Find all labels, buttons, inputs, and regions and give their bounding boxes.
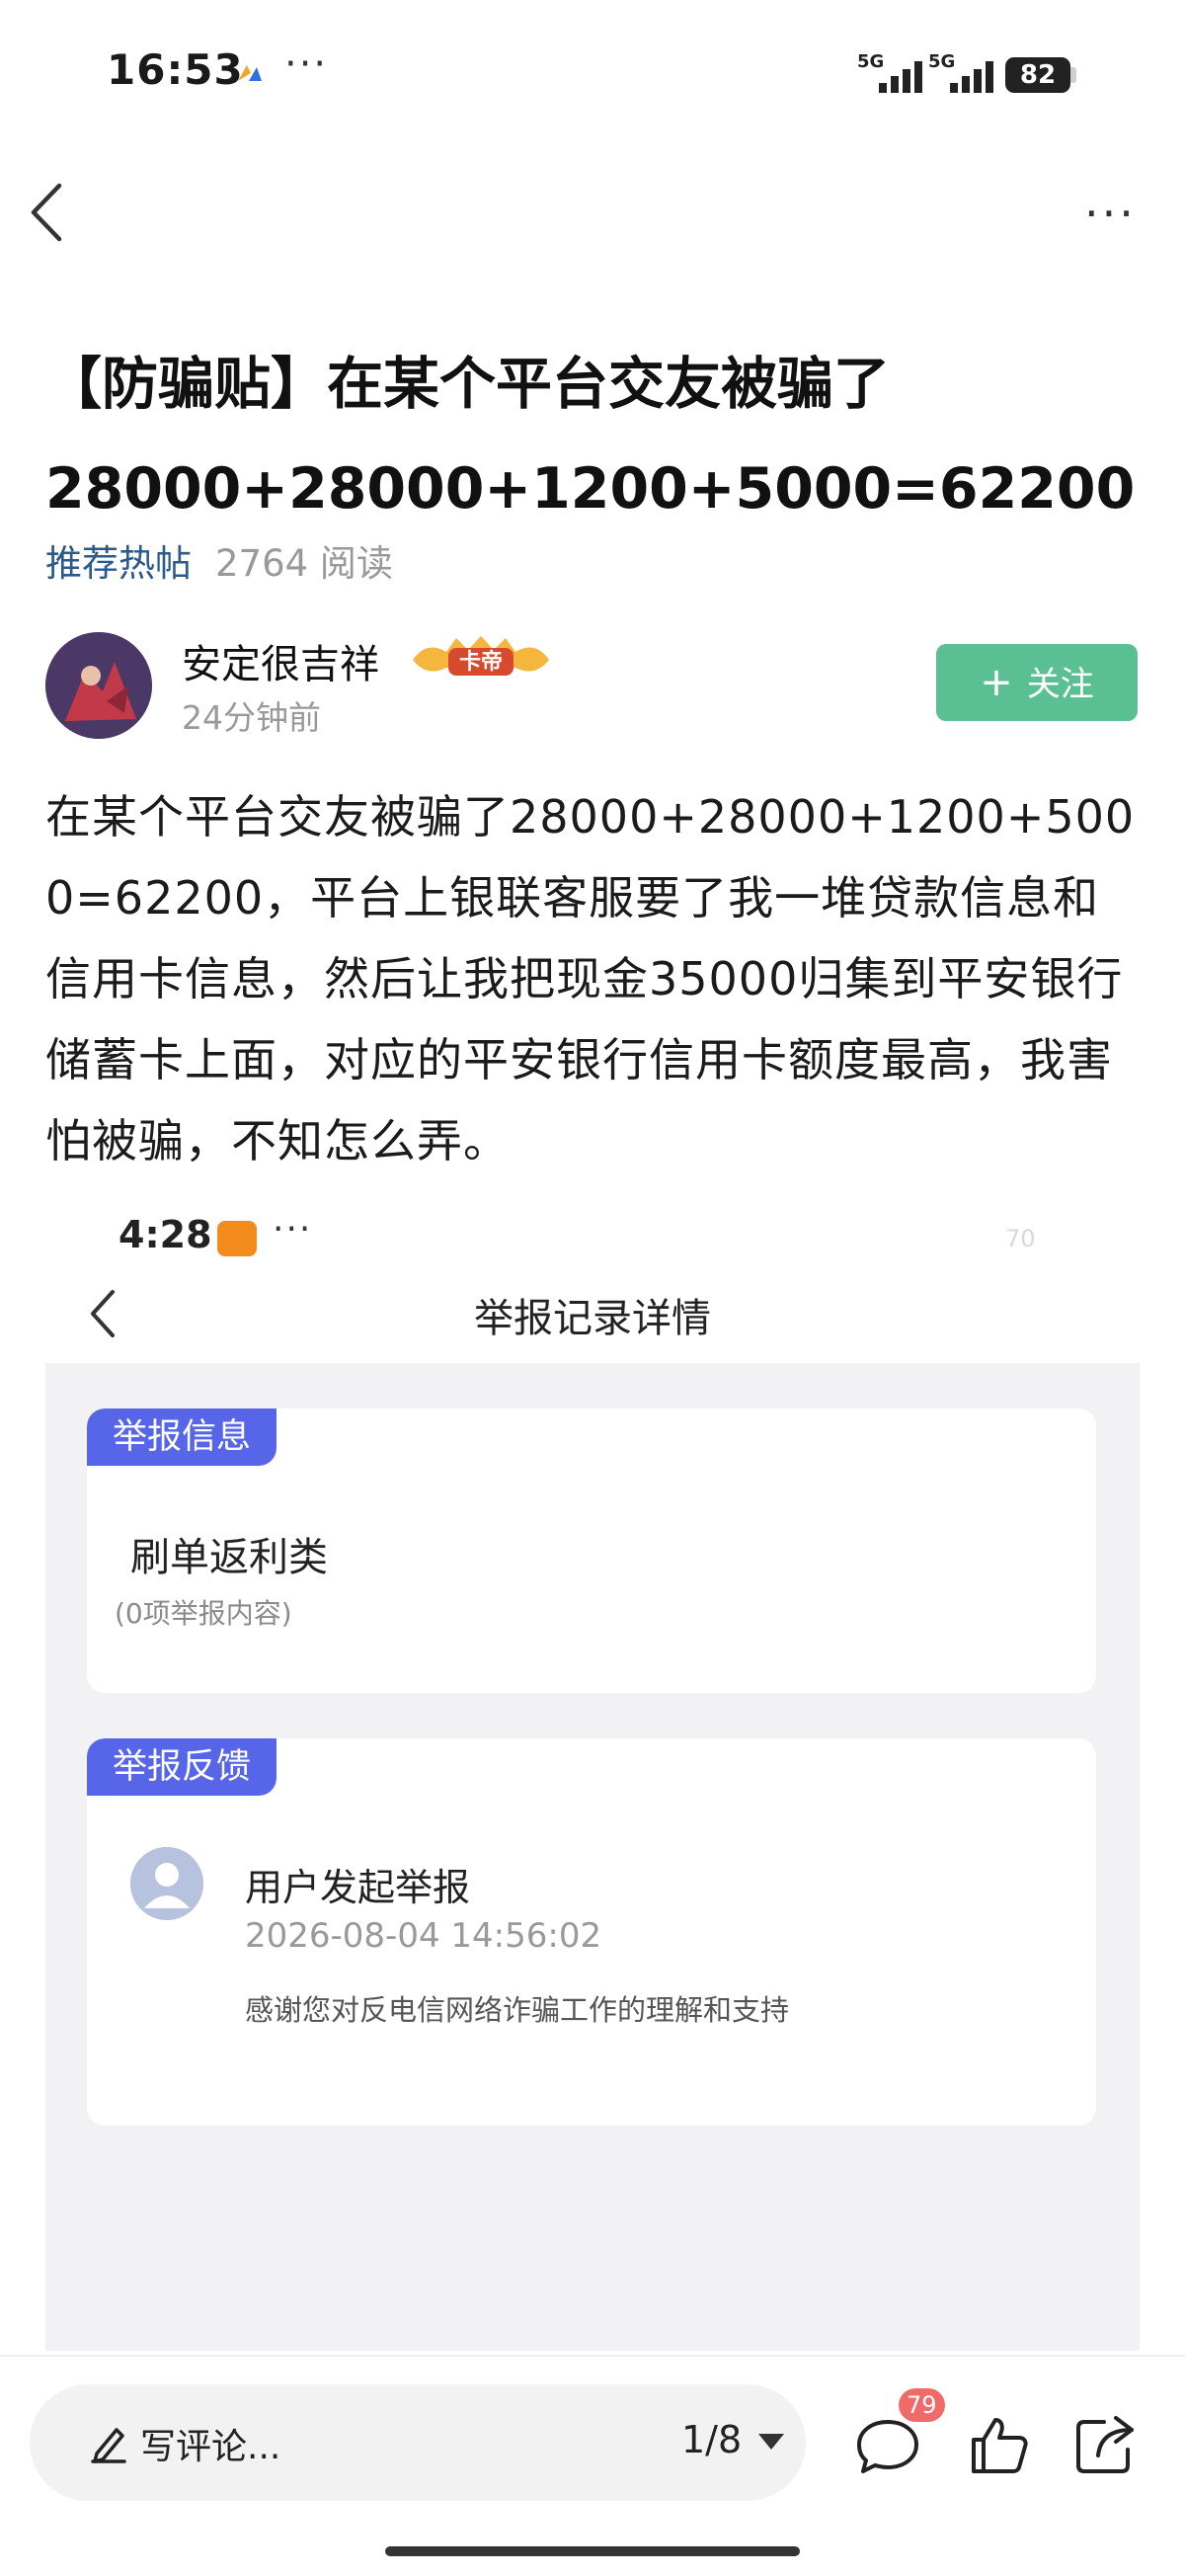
hot-post-tag[interactable]: 推荐热帖 — [45, 542, 192, 585]
app-notification-icon — [238, 65, 262, 81]
author-avatar[interactable] — [45, 632, 152, 739]
battery-cap — [1070, 67, 1076, 83]
embedded-corner-text: 70 — [1005, 1225, 1036, 1252]
report-feedback-tag: 举报反馈 — [87, 1738, 277, 1796]
share-icon[interactable] — [1070, 2410, 1140, 2479]
like-icon[interactable] — [964, 2410, 1033, 2479]
post-time: 24分钟前 — [182, 698, 321, 737]
read-count: 2764 阅读 — [215, 542, 393, 585]
status-more-icon: ··· — [284, 41, 329, 87]
report-info-tag: 举报信息 — [87, 1409, 277, 1466]
report-feedback-card: 举报反馈 用户发起举报 2026-08-04 14:56:02 感谢您对反电信网… — [87, 1738, 1096, 2126]
author-name[interactable]: 安定很吉祥 — [182, 632, 379, 689]
comment-placeholder: 写评论... — [140, 2427, 281, 2467]
post-meta: 推荐热帖 2764 阅读 — [45, 533, 393, 587]
plus-icon: + — [980, 660, 1013, 705]
report-content-count: (0项举报内容) — [115, 1597, 292, 1630]
more-icon[interactable]: ··· — [1084, 191, 1146, 236]
signal-icon-2: 5G — [928, 51, 1005, 95]
status-bar: 16:53 ··· 5G 5G 82 — [0, 0, 1185, 148]
back-icon[interactable] — [22, 178, 71, 247]
image-page-indicator[interactable]: 1/8 — [681, 2418, 742, 2461]
feedback-title: 用户发起举报 — [245, 1866, 471, 1909]
status-time: 16:53 — [107, 45, 244, 94]
feedback-message: 感谢您对反电信网络诈骗工作的理解和支持 — [245, 1993, 790, 2027]
embedded-app-icon — [217, 1221, 257, 1256]
report-info-card: 举报信息 刷单返利类 (0项举报内容) — [87, 1409, 1096, 1693]
signal-icon-1: 5G — [857, 51, 934, 95]
level-badge — [413, 636, 549, 676]
home-indicator[interactable] — [385, 2546, 800, 2556]
comment-count-badge: 79 — [899, 2388, 945, 2422]
report-category: 刷单返利类 — [130, 1535, 328, 1580]
post-title-line-1: 【防骗贴】在某个平台交友被骗了 — [45, 352, 890, 417]
feedback-time: 2026-08-04 14:56:02 — [245, 1916, 602, 1956]
pencil-icon — [91, 2428, 126, 2463]
user-icon — [130, 1847, 203, 1920]
embedded-more-icon: ··· — [273, 1209, 313, 1249]
comment-input[interactable]: 写评论... 1/8 — [30, 2384, 806, 2501]
caret-down-icon[interactable] — [758, 2434, 784, 2450]
embedded-page-title: 举报记录详情 — [474, 1296, 711, 1341]
embedded-status-time: 4:28 — [118, 1213, 212, 1256]
follow-button[interactable]: + 关注 — [936, 644, 1138, 721]
post-body: 在某个平台交友被骗了28000+28000+1200+5000=62200，平台… — [45, 790, 1136, 1167]
post-title: 【防骗贴】在某个平台交友被骗了 28000+28000+1200+5000=62… — [45, 332, 1142, 541]
post-title-line-2: 28000+28000+1200+5000=62200 — [45, 456, 1136, 522]
follow-label: 关注 — [1026, 665, 1094, 704]
battery-indicator: 82 — [1005, 57, 1070, 93]
embedded-back-icon — [91, 1290, 115, 1337]
